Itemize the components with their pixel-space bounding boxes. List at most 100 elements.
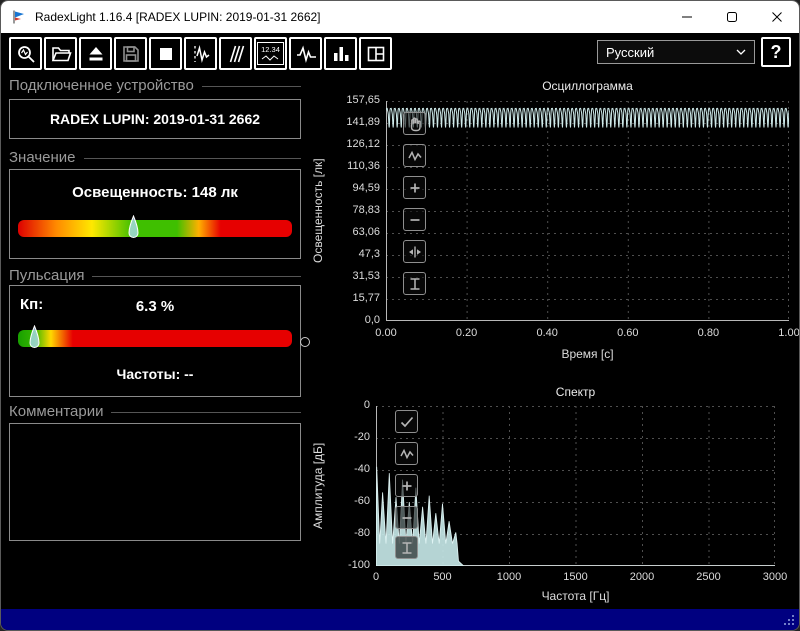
spectrum-autoscale-button[interactable] xyxy=(395,442,418,465)
continuous-measurement-icon xyxy=(225,43,247,65)
value-section-title: Значение xyxy=(9,149,76,166)
resize-grip[interactable] xyxy=(782,613,795,626)
comments-section-header: Комментарии xyxy=(9,403,301,420)
pulsation-marker xyxy=(29,325,40,352)
bar-chart-icon xyxy=(330,43,352,65)
tick-label: 78,83 xyxy=(303,204,380,216)
zoom-in-button[interactable] xyxy=(403,176,426,199)
open-file-button[interactable] xyxy=(44,37,77,70)
eject-icon xyxy=(85,43,107,65)
minus-icon xyxy=(398,509,416,527)
close-button[interactable] xyxy=(754,1,799,33)
autoscale-button[interactable] xyxy=(403,144,426,167)
spectrum-zoom-out-button[interactable] xyxy=(395,506,418,529)
autoscale-wave-icon xyxy=(398,445,416,463)
tick-label: 0.40 xyxy=(525,327,569,339)
fit-horizontal-button[interactable] xyxy=(403,240,426,263)
spectrum-enable-button[interactable] xyxy=(395,410,418,433)
tick-label: 2500 xyxy=(687,571,731,583)
language-select[interactable]: Русский xyxy=(597,40,755,64)
search-device-icon xyxy=(15,43,37,65)
pan-tool-button[interactable] xyxy=(403,112,426,135)
spectrum-title: Спектр xyxy=(376,385,775,399)
spectrum-xlabel: Частота [Гц] xyxy=(376,589,775,603)
pulsation-section-header: Пульсация xyxy=(9,267,301,284)
save-button[interactable] xyxy=(114,37,147,70)
search-device-button[interactable] xyxy=(9,37,42,70)
minus-icon xyxy=(406,211,424,229)
tick-label: 0,0 xyxy=(303,314,380,326)
comments-section-title: Комментарии xyxy=(9,403,103,420)
fit-vertical-icon xyxy=(406,275,424,293)
oscillogram-chart: Осциллограмма Освещенность [лк] Время [с… xyxy=(303,75,797,375)
device-section-title: Подключенное устройство xyxy=(9,77,194,94)
chevron-down-icon xyxy=(736,49,746,55)
oscillogram-title: Осциллограмма xyxy=(386,79,789,93)
numeric-display-button[interactable]: 12.34 xyxy=(254,37,287,70)
fit-vertical-icon xyxy=(398,539,416,557)
tick-label: 0 xyxy=(354,571,398,583)
app-icon xyxy=(11,9,27,25)
window-title: RadexLight 1.16.4 [RADEX LUPIN: 2019-01-… xyxy=(35,10,321,24)
tick-label: 0.00 xyxy=(364,327,408,339)
oscillogram-view-button[interactable] xyxy=(289,37,322,70)
tick-label: 1500 xyxy=(554,571,598,583)
open-folder-icon xyxy=(50,43,72,65)
minimize-icon xyxy=(681,11,693,23)
zoom-out-button[interactable] xyxy=(403,208,426,231)
single-measurement-button[interactable] xyxy=(184,37,217,70)
continuous-measurement-button[interactable] xyxy=(219,37,252,70)
tick-label: 126,12 xyxy=(303,138,380,150)
illuminance-reading: Освещенность: 148 лк xyxy=(10,184,300,201)
layout-icon xyxy=(365,43,387,65)
toolbar: 12.34 xyxy=(9,37,392,70)
checkmark-icon xyxy=(398,413,416,431)
tick-label: 2000 xyxy=(620,571,664,583)
plus-icon xyxy=(406,179,424,197)
tick-label: 63,06 xyxy=(303,226,380,238)
tick-label: 110,36 xyxy=(303,160,380,172)
tick-label: -100 xyxy=(303,559,370,571)
eject-device-button[interactable] xyxy=(79,37,112,70)
tick-label: 0.60 xyxy=(606,327,650,339)
oscillogram-plot[interactable] xyxy=(386,101,789,321)
tick-label: 47,3 xyxy=(303,248,380,260)
plus-icon xyxy=(398,477,416,495)
maximize-button[interactable] xyxy=(709,1,754,33)
minimize-button[interactable] xyxy=(664,1,709,33)
fit-vertical-button[interactable] xyxy=(403,272,426,295)
tick-label: 0.20 xyxy=(445,327,489,339)
language-select-value: Русский xyxy=(606,45,654,60)
stop-button[interactable] xyxy=(149,37,182,70)
spectrum-chart: Спектр Амплитуда [дБ] Частота [Гц] 0-20-… xyxy=(303,379,797,607)
numeric-display-icon: 12.34 xyxy=(257,42,284,65)
kp-value: 6.3 % xyxy=(10,298,300,315)
app-window: RadexLight 1.16.4 [RADEX LUPIN: 2019-01-… xyxy=(0,0,800,631)
single-measurement-icon xyxy=(190,43,212,65)
tick-label: -60 xyxy=(303,495,370,507)
tick-label: 0.80 xyxy=(686,327,730,339)
comments-input[interactable] xyxy=(10,424,300,540)
frequencies-value: Частоты: -- xyxy=(10,366,300,382)
tick-label: 0 xyxy=(303,399,370,411)
device-name-box: RADEX LUPIN: 2019-01-31 2662 xyxy=(9,99,301,139)
help-button[interactable]: ? xyxy=(761,37,791,67)
autoscale-wave-icon xyxy=(406,147,424,165)
tick-label: 157,65 xyxy=(303,94,380,106)
pulsation-section-title: Пульсация xyxy=(9,267,84,284)
spectrum-zoom-in-button[interactable] xyxy=(395,474,418,497)
spectrum-view-button[interactable] xyxy=(324,37,357,70)
tick-label: 31,53 xyxy=(303,270,380,282)
illuminance-marker xyxy=(128,215,139,242)
spectrum-fit-vertical-button[interactable] xyxy=(395,536,418,559)
tick-label: -80 xyxy=(303,527,370,539)
save-icon xyxy=(120,43,142,65)
fit-horizontal-icon xyxy=(406,243,424,261)
maximize-icon xyxy=(726,11,738,23)
tick-label: -20 xyxy=(303,431,370,443)
layout-view-button[interactable] xyxy=(359,37,392,70)
spectrum-plot[interactable] xyxy=(376,406,775,566)
tick-label: 1.00 xyxy=(767,327,800,339)
comments-box xyxy=(9,423,301,541)
illuminance-scale-bar xyxy=(18,220,292,237)
